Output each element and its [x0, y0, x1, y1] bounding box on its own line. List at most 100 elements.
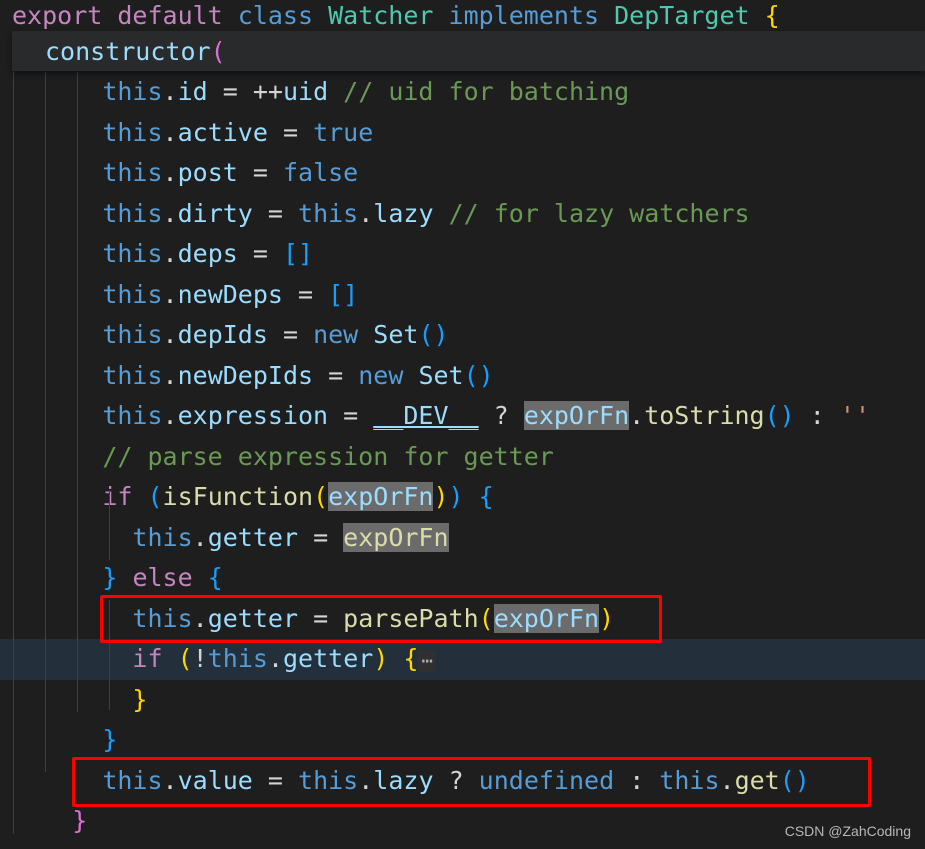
bracket-close-brace: }	[72, 806, 88, 835]
string-empty: ''	[839, 401, 870, 430]
code-line[interactable]: this.depIds = new Set()	[0, 315, 925, 356]
code-line[interactable]: }	[0, 680, 925, 721]
punctuation-dot: .	[358, 765, 374, 795]
keyword-this: this	[102, 158, 163, 187]
watermark-text: CSDN @ZahCoding	[784, 823, 911, 839]
property-id: id	[177, 77, 208, 106]
code-line[interactable]: this.deps = []	[0, 234, 925, 275]
bracket-close-brace: }	[102, 563, 118, 592]
bracket-open-brace: {	[388, 644, 419, 673]
code-editor[interactable]: export default class Watcher implements …	[0, 0, 925, 849]
property-newdeps: newDeps	[177, 279, 283, 309]
literal-true: true	[313, 117, 374, 147]
operator-ternary-colon: :	[794, 401, 840, 430]
variable-exporfn-selected: expOrFn	[523, 401, 630, 430]
bracket-close-brace: }	[132, 684, 148, 714]
operator-assign: =	[252, 765, 299, 795]
keyword-this: this	[102, 360, 163, 390]
variable-exporfn-selected: expOrFn	[328, 482, 434, 511]
keyword-if: if	[132, 644, 163, 673]
bracket-array-empty: []	[328, 279, 359, 309]
sticky-scroll-constructor[interactable]: constructor(	[12, 31, 925, 71]
bracket-array-empty: []	[282, 239, 314, 268]
code-line-annotated[interactable]: this.value = this.lazy ? undefined : thi…	[0, 761, 925, 802]
keyword-else: else	[132, 563, 193, 592]
property-newdepids: newDepIds	[177, 360, 314, 390]
code-line-current[interactable]: if (!this.getter) {⋯	[0, 639, 925, 680]
punctuation-dot: .	[162, 320, 178, 349]
indent-guide	[109, 600, 110, 710]
code-line[interactable]: // parse expression for getter	[0, 437, 925, 478]
operator-increment: ++	[252, 77, 283, 106]
operator-ternary-question: ?	[478, 401, 524, 430]
keyword-this: this	[132, 522, 193, 552]
code-line[interactable]: this.active = true	[0, 113, 925, 154]
method-tostring: toString	[644, 401, 765, 430]
property-getter: getter	[283, 644, 374, 673]
bracket-open-brace: {	[463, 482, 494, 511]
bracket-paren-empty: ()	[418, 320, 449, 349]
code-line[interactable]: this.getter = expOrFn	[0, 518, 925, 559]
property-post: post	[177, 158, 238, 187]
bracket-paren-empty: ()	[779, 765, 810, 795]
variable-exporfn-selected: expOrFn	[343, 522, 449, 552]
keyword-this: this	[102, 279, 163, 309]
punctuation-dot: .	[162, 158, 178, 187]
indent-guide	[109, 490, 110, 560]
operator-not: !	[192, 644, 208, 673]
bracket-close-paren: )	[448, 482, 464, 511]
comment-uid-batching: // uid for batching	[328, 77, 630, 106]
code-line[interactable]: this.newDeps = []	[0, 275, 925, 316]
property-expression: expression	[177, 401, 329, 430]
code-line[interactable]: this.expression = __DEV__ ? expOrFn.toSt…	[0, 396, 925, 437]
code-line[interactable]: if (isFunction(expOrFn)) {	[0, 477, 925, 518]
keyword-this: this	[102, 77, 163, 106]
indent-guide	[77, 72, 78, 712]
comment-parse-expression: // parse expression for getter	[102, 441, 554, 471]
code-line-annotated[interactable]: this.getter = parsePath(expOrFn)	[0, 599, 925, 640]
code-line[interactable]: this.newDepIds = new Set()	[0, 356, 925, 397]
property-value: value	[177, 765, 253, 795]
variable-uid: uid	[282, 77, 329, 106]
bracket-close-paren: )	[433, 482, 449, 511]
keyword-if: if	[102, 482, 133, 511]
punctuation-dot: .	[162, 198, 178, 228]
punctuation-dot: .	[192, 522, 208, 552]
comment-lazy-watchers: // for lazy watchers	[433, 198, 750, 228]
function-parsepath: parsePath	[343, 603, 479, 633]
punctuation-dot: .	[162, 239, 178, 268]
operator-assign: =	[328, 401, 374, 430]
bracket-open-paren: (	[313, 482, 329, 511]
punctuation-dot: .	[162, 360, 178, 390]
bracket-paren-empty: ()	[463, 360, 494, 390]
keyword-this: this	[298, 198, 359, 228]
function-isfunction: isFunction	[162, 482, 314, 511]
punctuation-dot: .	[192, 603, 208, 633]
operator-ternary-question: ?	[433, 765, 479, 795]
operator-assign: =	[252, 198, 299, 228]
code-line[interactable]: this.dirty = this.lazy // for lazy watch…	[0, 194, 925, 235]
code-content-area[interactable]: this.id = ++uid // uid for batching this…	[0, 72, 925, 849]
keyword-new: new	[358, 360, 419, 390]
folded-code-indicator[interactable]: ⋯	[418, 650, 436, 672]
code-line[interactable]: this.post = false	[0, 153, 925, 194]
property-depids: depIds	[177, 320, 268, 349]
punctuation-dot: .	[162, 401, 178, 430]
indent-guide	[13, 72, 14, 834]
sticky-scroll-class-declaration[interactable]: export default class Watcher implements …	[0, 0, 925, 30]
bracket-close-brace: }	[102, 725, 118, 754]
code-line[interactable]: this.id = ++uid // uid for batching	[0, 72, 925, 113]
code-line[interactable]: }	[0, 720, 925, 761]
bracket-open-brace: {	[192, 563, 223, 592]
operator-assign: =	[313, 360, 359, 390]
code-line[interactable]: } else {	[0, 558, 925, 599]
operator-assign: =	[267, 117, 314, 147]
operator-assign: =	[207, 77, 253, 106]
indent-guide	[45, 72, 46, 772]
keyword-this: this	[132, 603, 193, 633]
punctuation-dot: .	[162, 117, 178, 147]
keyword-implements: implements	[448, 0, 615, 30]
bracket-close-paren: )	[373, 644, 389, 673]
